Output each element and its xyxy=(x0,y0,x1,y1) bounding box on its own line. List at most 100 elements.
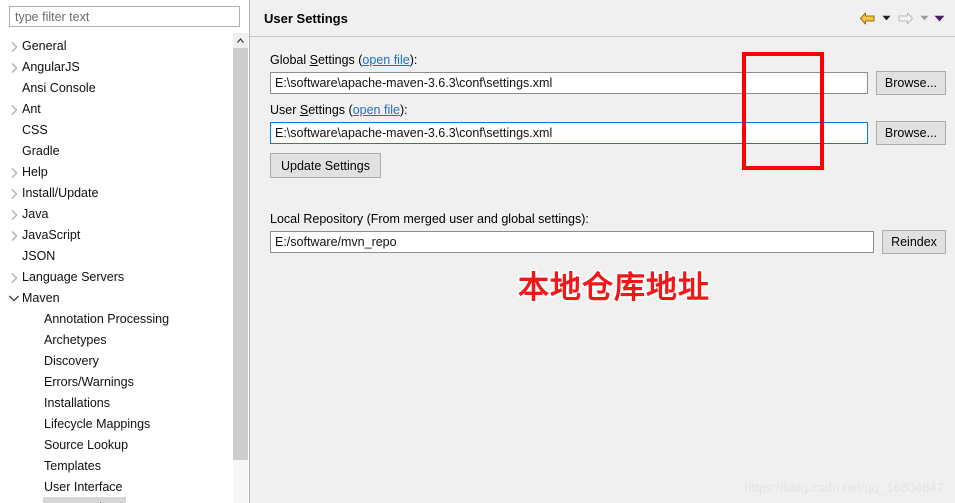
global-settings-open-file-link[interactable]: open file xyxy=(362,53,409,67)
forward-history-dropdown-icon[interactable] xyxy=(918,8,931,28)
page-header: User Settings xyxy=(250,0,955,37)
scroll-up-arrow-icon[interactable] xyxy=(233,33,248,48)
tree-item-label: Gradle xyxy=(22,144,60,158)
tree-item-label: General xyxy=(22,39,67,53)
reindex-button[interactable]: Reindex xyxy=(882,230,946,254)
tree-item-label: Help xyxy=(22,165,48,179)
user-settings-input[interactable] xyxy=(270,122,868,144)
user-settings-open-file-link[interactable]: open file xyxy=(353,103,400,117)
tree-item-lifecycle-mappings[interactable]: Lifecycle Mappings xyxy=(0,414,222,435)
chevron-right-icon[interactable] xyxy=(6,104,22,115)
global-settings-label-mnemonic: S xyxy=(309,53,318,67)
annotation-chinese-note: 本地仓库地址 xyxy=(518,270,710,306)
tree-item-label: Source Lookup xyxy=(44,438,129,452)
tree-item-java[interactable]: Java xyxy=(0,204,222,225)
tree-item-label: Templates xyxy=(44,459,101,473)
header-navigation xyxy=(857,8,946,28)
user-settings-row: Browse... xyxy=(250,121,955,145)
sidebar-scrollbar[interactable] xyxy=(233,33,248,503)
tree-item-templates[interactable]: Templates xyxy=(0,456,222,477)
tree-item-label: Maven xyxy=(22,291,60,305)
view-menu-icon[interactable] xyxy=(933,8,946,28)
chevron-down-icon[interactable] xyxy=(6,295,22,302)
chevron-right-icon[interactable] xyxy=(6,209,22,220)
user-settings-label-suffix: ): xyxy=(399,103,408,117)
global-settings-row: Browse... xyxy=(250,71,955,95)
local-repository-row: Reindex xyxy=(250,230,955,254)
tree-item-label: Ant xyxy=(22,102,41,116)
chevron-right-icon[interactable] xyxy=(6,188,22,199)
chevron-right-icon[interactable] xyxy=(6,230,22,241)
tree-item-label: Language Servers xyxy=(22,270,125,284)
forward-arrow-icon[interactable] xyxy=(895,8,916,28)
global-settings-label: Global Settings (open file): xyxy=(250,53,955,67)
tree-item-errors-warnings[interactable]: Errors/Warnings xyxy=(0,372,222,393)
tree-item-archetypes[interactable]: Archetypes xyxy=(0,330,222,351)
tree-item-label: User Settings xyxy=(43,496,127,503)
tree-item-language-servers[interactable]: Language Servers xyxy=(0,267,222,288)
global-settings-label-prefix: Global xyxy=(270,53,310,67)
tree-item-label: Installations xyxy=(44,396,111,410)
user-settings-label: User Settings (open file): xyxy=(250,103,955,117)
tree-item-json[interactable]: JSON xyxy=(0,246,222,267)
tree-item-label: Archetypes xyxy=(44,333,107,347)
user-settings-label-rest: ettings ( xyxy=(308,103,353,117)
tree-item-ansi-console[interactable]: Ansi Console xyxy=(0,78,222,99)
global-settings-label-rest: ettings ( xyxy=(317,53,363,67)
filter-input[interactable] xyxy=(9,6,240,27)
tree-item-ant[interactable]: Ant xyxy=(0,99,222,120)
watermark: https://blog.csdn.net/qq_16804847 xyxy=(744,480,945,495)
page-title: User Settings xyxy=(264,10,348,26)
tree-item-help[interactable]: Help xyxy=(0,162,222,183)
chevron-right-icon[interactable] xyxy=(6,272,22,283)
chevron-right-icon[interactable] xyxy=(6,41,22,52)
tree-item-gradle[interactable]: Gradle xyxy=(0,141,222,162)
tree-item-discovery[interactable]: Discovery xyxy=(0,351,222,372)
tree-item-general[interactable]: General xyxy=(0,36,222,57)
tree-item-css[interactable]: CSS xyxy=(0,120,222,141)
scrollbar-thumb[interactable] xyxy=(233,48,248,460)
filter-container xyxy=(0,0,249,32)
chevron-right-icon[interactable] xyxy=(6,167,22,178)
tree-item-maven[interactable]: Maven xyxy=(0,288,222,309)
global-settings-label-suffix: ): xyxy=(409,53,418,67)
user-settings-label-mnemonic: S xyxy=(299,103,309,117)
update-settings-button[interactable]: Update Settings xyxy=(270,153,381,178)
tree-item-label: Ansi Console xyxy=(22,81,96,95)
back-history-dropdown-icon[interactable] xyxy=(880,8,893,28)
tree-item-label: AngularJS xyxy=(22,60,80,74)
preferences-content-pane: User Settings Global Settings (open file… xyxy=(250,0,955,503)
tree-item-label: Annotation Processing xyxy=(44,312,170,326)
settings-tree[interactable]: General AngularJS Ansi Console Ant CSS Gradle… xyxy=(0,33,222,503)
tree-item-label: Errors/Warnings xyxy=(44,375,134,389)
chevron-right-icon[interactable] xyxy=(6,62,22,73)
global-settings-input[interactable] xyxy=(270,72,868,94)
tree-item-user-interface[interactable]: User Interface xyxy=(0,477,222,498)
update-settings-row: Update Settings xyxy=(250,153,955,178)
back-arrow-icon[interactable] xyxy=(857,8,878,28)
local-repository-section: Local Repository (From merged user and g… xyxy=(250,212,955,254)
tree-item-label: Discovery xyxy=(44,354,99,368)
preferences-dialog: General AngularJS Ansi Console Ant CSS Gradle… xyxy=(0,0,955,503)
tree-item-user-settings[interactable]: User Settings xyxy=(0,496,222,503)
user-settings-browse-button[interactable]: Browse... xyxy=(875,121,946,145)
tree-item-javascript[interactable]: JavaScript xyxy=(0,225,222,246)
local-repository-input[interactable] xyxy=(270,231,874,253)
global-settings-browse-button[interactable]: Browse... xyxy=(875,71,946,95)
tree-item-label: Install/Update xyxy=(22,186,99,200)
tree-item-label: Lifecycle Mappings xyxy=(44,417,151,431)
settings-tree-scroll-area: General AngularJS Ansi Console Ant CSS Gradle… xyxy=(0,33,249,503)
tree-item-install-update[interactable]: Install/Update xyxy=(0,183,222,204)
user-settings-label-prefix: User xyxy=(270,103,300,117)
preferences-sidebar: General AngularJS Ansi Console Ant CSS Gradle… xyxy=(0,0,250,503)
tree-item-angularjs[interactable]: AngularJS xyxy=(0,57,222,78)
local-repository-label: Local Repository (From merged user and g… xyxy=(270,212,589,226)
tree-item-annotation-processing[interactable]: Annotation Processing xyxy=(0,309,222,330)
tree-item-installations[interactable]: Installations xyxy=(0,393,222,414)
tree-item-label: JSON xyxy=(22,249,56,263)
tree-item-label: User Interface xyxy=(44,480,123,494)
tree-item-label: JavaScript xyxy=(22,228,81,242)
tree-item-source-lookup[interactable]: Source Lookup xyxy=(0,435,222,456)
tree-item-label: CSS xyxy=(22,123,48,137)
tree-item-label: Java xyxy=(22,207,49,221)
